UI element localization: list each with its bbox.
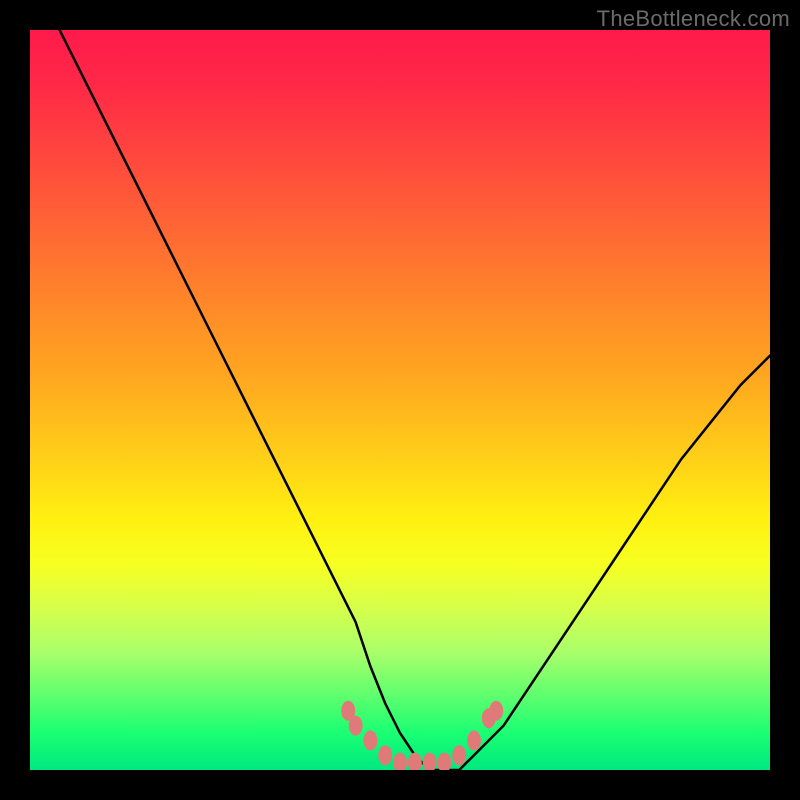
plot-area [30, 30, 770, 770]
curve-marker [452, 745, 466, 765]
curve-marker [423, 753, 437, 770]
bottleneck-curve [30, 30, 770, 770]
curve-marker [489, 701, 503, 721]
curve-marker [363, 730, 377, 750]
curve-marker [378, 745, 392, 765]
curve-marker [349, 716, 363, 736]
chart-frame: TheBottleneck.com [0, 0, 800, 800]
curve-marker [408, 753, 422, 770]
watermark-text: TheBottleneck.com [597, 6, 790, 32]
curve-marker [467, 730, 481, 750]
curve-marker [437, 753, 451, 770]
curve-marker [393, 753, 407, 770]
